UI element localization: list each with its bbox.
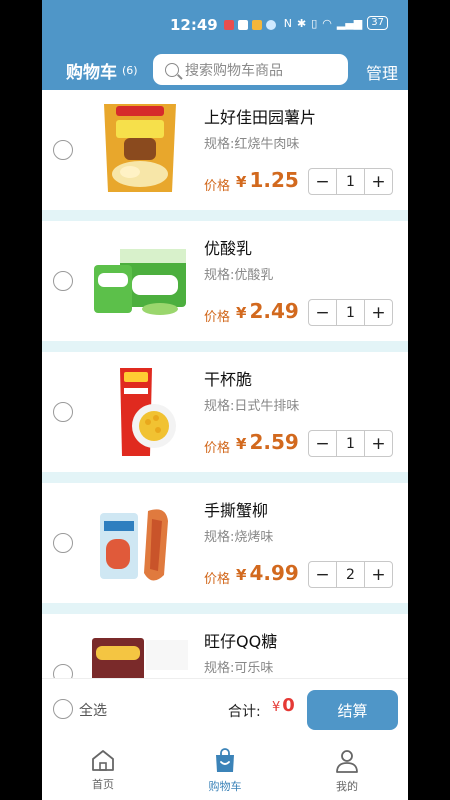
price-label: 价格 (204, 179, 231, 194)
bluetooth-icon: ✱ (296, 16, 307, 30)
potato-chips-image (104, 104, 176, 192)
wifi-icon: ◠ (322, 16, 332, 30)
decrease-button[interactable]: − (309, 300, 336, 325)
signal-icon: ▂▄▆ (336, 16, 363, 30)
quantity-stepper[interactable]: − 2 + (308, 561, 393, 588)
decrease-button[interactable]: − (309, 431, 336, 456)
price-value: 2.49 (249, 299, 299, 323)
tab-home[interactable]: 首页 (42, 736, 164, 800)
cart-item[interactable]: 优酸乳 规格:优酸乳 价格 ¥2.49 − 1 + (42, 221, 408, 341)
tab-label: 我的 (336, 780, 358, 793)
item-price: ¥1.25 (236, 168, 299, 192)
battery-icon: 37 (367, 16, 388, 30)
total-value: 0 (282, 695, 295, 716)
price-value: 1.25 (249, 168, 299, 192)
app-screen: 12:49 N ✱ ▯ ◠ ▂▄▆ 37 购物车 (6) 搜索购物车商品 管理 (42, 0, 408, 800)
total-price: ¥0 (272, 695, 295, 716)
item-spec: 规格:优酸乳 (204, 268, 274, 283)
decrease-button[interactable]: − (309, 169, 336, 194)
increase-button[interactable]: + (365, 300, 392, 325)
cart-header: 购物车 (6) 搜索购物车商品 管理 (42, 50, 408, 90)
quantity-stepper[interactable]: − 1 + (308, 299, 393, 326)
currency-symbol: ¥ (236, 173, 247, 191)
item-select-radio[interactable] (53, 402, 73, 422)
crab-stick-image (100, 509, 168, 581)
vibrate-icon: ▯ (311, 16, 318, 30)
currency-symbol: ¥ (236, 435, 247, 453)
cart-footer: 全选 合计: ¥0 结算 (42, 678, 408, 736)
item-price: ¥4.99 (236, 561, 299, 585)
quantity-value[interactable]: 1 (336, 169, 365, 194)
tab-label: 购物车 (208, 780, 242, 793)
checkout-button[interactable]: 结算 (307, 690, 398, 730)
notification-icons (223, 20, 276, 30)
yogurt-drink-image (94, 249, 186, 315)
tab-cart[interactable]: 购物车 (164, 736, 286, 800)
corn-snack-image (120, 368, 176, 456)
price-label: 价格 (204, 310, 231, 325)
bottom-tab-bar: 首页 购物车 我的 (42, 736, 408, 800)
app-notification-icon (237, 20, 248, 30)
decrease-button[interactable]: − (309, 562, 336, 587)
page-title: 购物车 (66, 62, 117, 83)
price-value: 4.99 (249, 561, 299, 585)
quantity-value[interactable]: 1 (336, 431, 365, 456)
quantity-value[interactable]: 2 (336, 562, 365, 587)
status-bar: 12:49 N ✱ ▯ ◠ ▂▄▆ 37 (42, 0, 408, 50)
item-name: 上好佳田园薯片 (204, 108, 317, 127)
nfc-icon: N (283, 16, 292, 30)
cart-count: (6) (122, 63, 138, 77)
qq-candy-image (90, 636, 190, 678)
cart-item[interactable]: 旺仔QQ糖 规格:可乐味 (42, 614, 408, 678)
quantity-stepper[interactable]: − 1 + (308, 430, 393, 457)
currency-symbol: ¥ (236, 304, 247, 322)
select-all-radio[interactable] (53, 699, 73, 719)
item-select-radio[interactable] (53, 664, 73, 678)
item-name: 优酸乳 (204, 239, 253, 258)
currency-symbol: ¥ (236, 566, 247, 584)
search-icon (165, 62, 179, 77)
increase-button[interactable]: + (365, 169, 392, 194)
item-name: 干杯脆 (204, 370, 253, 389)
cart-list[interactable]: 上好佳田园薯片 规格:红烧牛肉味 价格 ¥1.25 − 1 + 优酸乳 规格:优… (42, 90, 408, 678)
increase-button[interactable]: + (365, 431, 392, 456)
item-select-radio[interactable] (53, 271, 73, 291)
system-icons: N ✱ ▯ ◠ ▂▄▆ 37 (284, 16, 388, 30)
search-placeholder: 搜索购物车商品 (185, 62, 283, 79)
item-select-radio[interactable] (53, 140, 73, 160)
manage-button[interactable]: 管理 (366, 60, 398, 84)
tab-label: 首页 (92, 778, 114, 791)
user-icon (336, 750, 358, 773)
total-label: 合计: (228, 704, 261, 720)
search-input[interactable]: 搜索购物车商品 (153, 54, 348, 85)
cart-item[interactable]: 手撕蟹柳 规格:烧烤味 价格 ¥4.99 − 2 + (42, 483, 408, 603)
cart-item[interactable]: 上好佳田园薯片 规格:红烧牛肉味 价格 ¥1.25 − 1 + (42, 90, 408, 210)
item-spec: 规格:烧烤味 (204, 530, 274, 545)
increase-button[interactable]: + (365, 562, 392, 587)
item-spec: 规格:红烧牛肉味 (204, 137, 300, 152)
item-price: ¥2.49 (236, 299, 299, 323)
price-value: 2.59 (249, 430, 299, 454)
quantity-stepper[interactable]: − 1 + (308, 168, 393, 195)
item-name: 旺仔QQ糖 (204, 632, 278, 651)
price-label: 价格 (204, 441, 231, 456)
home-icon (92, 750, 114, 771)
currency-symbol: ¥ (272, 700, 281, 715)
item-select-radio[interactable] (53, 533, 73, 553)
price-label: 价格 (204, 572, 231, 587)
notification-icon (223, 20, 234, 30)
cart-item[interactable]: 干杯脆 规格:日式牛排味 价格 ¥2.59 − 1 + (42, 352, 408, 472)
app-notification-icon (251, 20, 262, 30)
quantity-value[interactable]: 1 (336, 300, 365, 325)
status-time: 12:49 (170, 16, 218, 34)
tab-profile[interactable]: 我的 (286, 736, 408, 800)
item-name: 手撕蟹柳 (204, 501, 269, 520)
cloud-icon (265, 20, 276, 30)
select-all-label[interactable]: 全选 (79, 700, 107, 720)
item-spec: 规格:可乐味 (204, 661, 274, 676)
item-price: ¥2.59 (236, 430, 299, 454)
shopping-bag-icon (216, 748, 234, 772)
item-spec: 规格:日式牛排味 (204, 399, 300, 414)
